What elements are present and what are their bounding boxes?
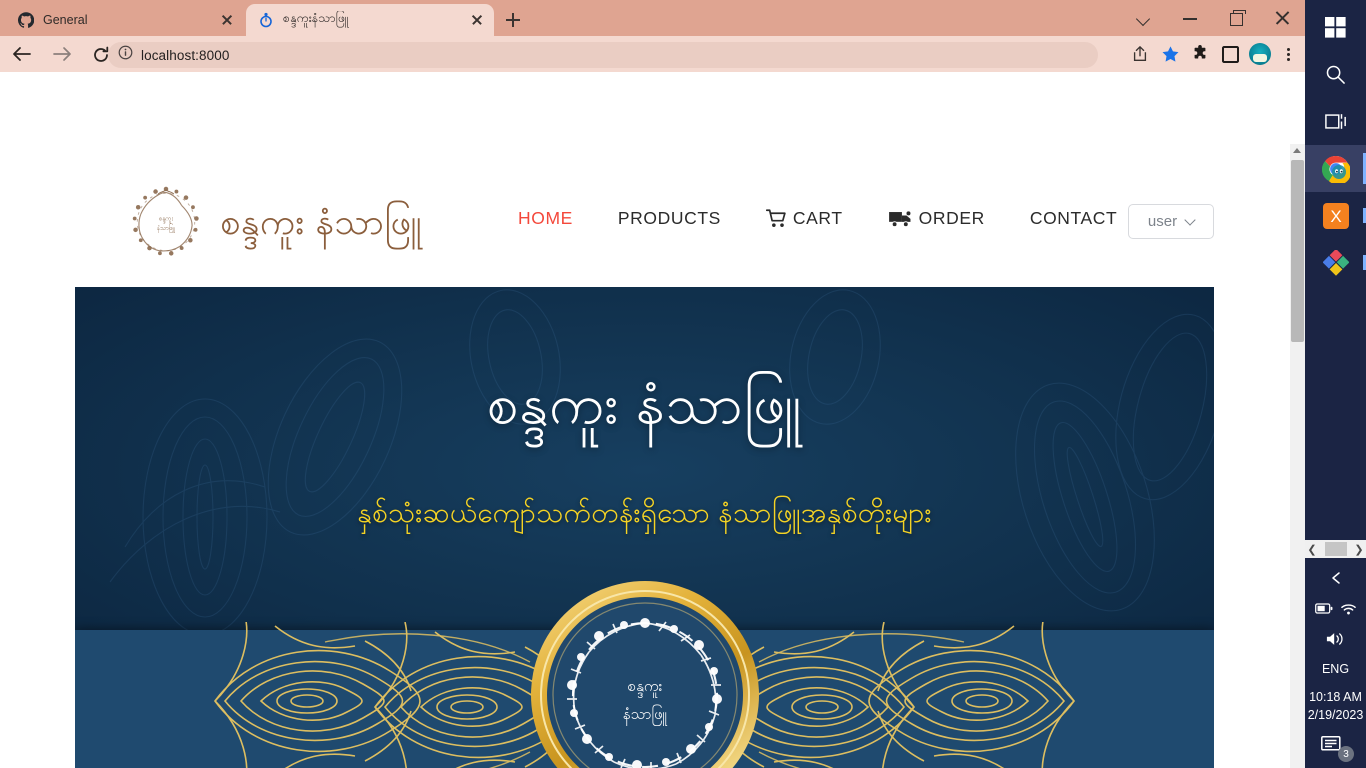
notification-badge: 3 xyxy=(1338,746,1354,762)
windows-taskbar: X ❮ ❯ ENG 10:18 AM 2/19/2023 3 xyxy=(1305,0,1366,768)
nav-label: CONTACT xyxy=(1029,208,1118,228)
svg-text:နံသာဖြူ: နံသာဖြူ xyxy=(157,223,176,233)
site-logo[interactable]: စန္ဒကူး နံသာဖြူ စန္ဒကူး နံသာဖြူ xyxy=(122,182,422,262)
delivery-truck-icon xyxy=(888,209,913,228)
tab-title: စန္ဒကူးနံသာဖြူ xyxy=(283,11,349,25)
nav-label: CART xyxy=(792,208,843,228)
search-icon xyxy=(1326,65,1345,84)
tray-overflow-button[interactable] xyxy=(1305,562,1366,594)
info-circle-icon[interactable] xyxy=(118,45,133,65)
hero-title: စန္ဒကူး နံသာဖြူ xyxy=(486,372,803,435)
three-dot-menu-icon[interactable] xyxy=(1275,39,1301,69)
hero-banner: စန္ဒကူး နံသာဖြူ နှစ်သုံးဆယ်ကျော်သက်တန်းရ… xyxy=(75,287,1214,768)
tab-search-icon[interactable] xyxy=(1121,0,1167,36)
profile-avatar-icon[interactable] xyxy=(1245,39,1275,69)
browser-tab-site[interactable]: စန္ဒကူးနံသာဖြူ xyxy=(246,4,494,36)
back-arrow-icon[interactable] xyxy=(4,39,40,69)
svg-text:X: X xyxy=(1330,207,1341,226)
windows-logo-icon xyxy=(1325,17,1346,38)
system-tray: ENG 10:18 AM 2/19/2023 3 xyxy=(1305,562,1366,768)
tab-strip: General စန္ဒကူးနံသာဖြူ xyxy=(0,0,1305,36)
maximize-icon[interactable] xyxy=(1213,0,1259,36)
hero-medallion: စန္ဒကူး နံသာဖြူ xyxy=(530,581,759,768)
start-button[interactable] xyxy=(1305,4,1366,51)
colorful-diamond-icon xyxy=(1322,249,1349,276)
tray-time: 10:18 AM xyxy=(1309,689,1362,704)
hscrollbar-thumb[interactable] xyxy=(1324,542,1347,556)
brand-name: စန္ဒကူး နံသာဖြူ xyxy=(220,201,422,242)
chrome-taskbar-button[interactable] xyxy=(1305,145,1366,192)
user-dropdown[interactable]: user xyxy=(1128,204,1214,239)
site-header: စန္ဒကူး နံသာဖြူ စန္ဒကူး နံသာဖြူ HOME PRO… xyxy=(0,72,1290,256)
task-view-icon xyxy=(1324,114,1346,129)
site-favicon-icon xyxy=(258,12,274,28)
main-navigation: HOME PRODUCTS CART ORDER CONTACT xyxy=(518,208,1117,229)
scroll-right-arrow-icon[interactable]: ❯ xyxy=(1352,543,1366,556)
scroll-up-arrow-icon[interactable] xyxy=(1293,148,1301,153)
battery-icon xyxy=(1314,603,1332,614)
task-view-button[interactable] xyxy=(1305,98,1366,145)
browser-tab-general[interactable]: General xyxy=(6,4,244,36)
nav-item-contact[interactable]: CONTACT xyxy=(1030,208,1117,229)
website-page: စန္ဒကူး နံသာဖြူ စန္ဒကူး နံသာဖြူ HOME PRO… xyxy=(0,72,1290,768)
tray-date: 2/19/2023 xyxy=(1307,707,1364,722)
new-tab-button[interactable] xyxy=(500,7,526,33)
chrome-icon xyxy=(1321,155,1350,183)
chevron-up-icon xyxy=(1331,572,1340,584)
url-text: localhost:8000 xyxy=(141,47,230,63)
browser-window: General စန္ဒကူးနံသာဖြူ localhost:8000 စန… xyxy=(0,0,1305,768)
window-controls xyxy=(1121,0,1305,36)
chevron-down-icon xyxy=(1184,213,1196,226)
floral-wreath-logo-icon: စန္ဒကူး နံသာဖြူ xyxy=(122,182,210,262)
close-window-icon[interactable] xyxy=(1259,0,1305,36)
github-icon xyxy=(17,12,35,28)
tray-clock[interactable]: 10:18 AM 2/19/2023 xyxy=(1305,688,1366,724)
avatar xyxy=(1249,43,1271,65)
volume-icon xyxy=(1326,632,1343,645)
horizontal-scrollbar[interactable]: ❮ ❯ xyxy=(1305,540,1366,558)
nav-label: ORDER xyxy=(918,208,985,228)
medallion-line-2: နံသာဖြူ xyxy=(623,704,668,726)
star-icon[interactable] xyxy=(1155,39,1185,69)
tray-volume-button[interactable] xyxy=(1305,624,1366,654)
nav-item-order[interactable]: ORDER xyxy=(888,208,985,229)
nav-item-products[interactable]: PRODUCTS xyxy=(618,208,721,229)
nav-item-home[interactable]: HOME xyxy=(518,208,573,229)
scrollbar-thumb[interactable] xyxy=(1291,160,1304,342)
page-viewport: စန္ဒကူး နံသာဖြူ စန္ဒကူး နံသာဖြူ HOME PRO… xyxy=(0,72,1305,768)
sidebar-icon[interactable] xyxy=(1215,39,1245,69)
svg-text:စန္ဒကူး: စန္ဒကူး xyxy=(159,215,174,223)
wifi-icon xyxy=(1340,604,1356,615)
share-icon[interactable] xyxy=(1125,39,1155,69)
nav-label: HOME xyxy=(518,208,573,228)
language-indicator[interactable]: ENG xyxy=(1305,654,1366,688)
shopping-cart-icon xyxy=(765,209,787,228)
page-scrollbar[interactable] xyxy=(1290,144,1305,768)
hero-subtitle: နှစ်သုံးဆယ်ကျော်သက်တန်းရှိသော နံသာဖြူအနှ… xyxy=(357,497,932,528)
search-button[interactable] xyxy=(1305,51,1366,98)
toolbar-actions xyxy=(1125,39,1301,69)
browser-toolbar: localhost:8000 xyxy=(0,36,1305,72)
minimize-icon[interactable] xyxy=(1167,0,1213,36)
nav-item-cart[interactable]: CART xyxy=(765,208,843,229)
app-taskbar-button[interactable] xyxy=(1305,239,1366,286)
xampp-taskbar-button[interactable]: X xyxy=(1305,192,1366,239)
puzzle-icon[interactable] xyxy=(1185,39,1215,69)
notifications-button[interactable]: 3 xyxy=(1305,724,1366,768)
tray-status-row[interactable] xyxy=(1305,594,1366,624)
scroll-left-arrow-icon[interactable]: ❮ xyxy=(1305,543,1319,556)
close-icon[interactable] xyxy=(218,11,236,29)
forward-arrow-icon[interactable] xyxy=(44,39,80,69)
xampp-icon: X xyxy=(1322,202,1349,229)
tab-title: General xyxy=(43,13,88,27)
address-bar[interactable]: localhost:8000 xyxy=(108,42,1098,68)
user-dropdown-label: user xyxy=(1147,213,1178,230)
nav-label: PRODUCTS xyxy=(617,208,721,228)
close-icon[interactable] xyxy=(468,11,486,29)
